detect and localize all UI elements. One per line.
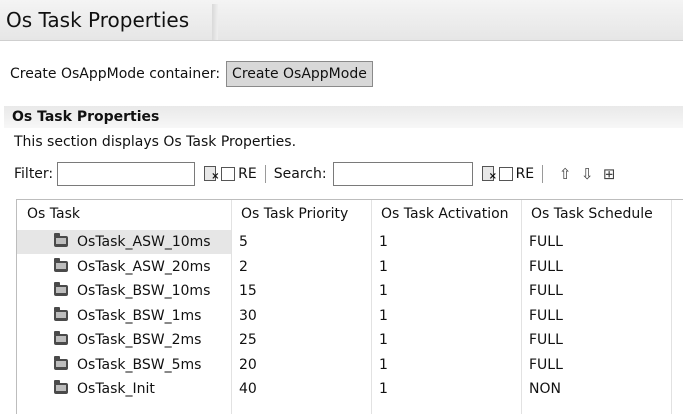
priority-cell[interactable]: 5	[234, 230, 374, 254]
expand-all-icon[interactable]: ⊞	[601, 165, 617, 183]
toolbar-separator	[264, 165, 266, 183]
folder-icon	[54, 282, 68, 296]
os-task-name-cell[interactable]: OsTask_Init	[17, 377, 231, 401]
search-label: Search:	[273, 166, 327, 182]
section-header[interactable]: Os Task Properties	[4, 106, 683, 128]
table-row[interactable]: OsTask_ASW_20ms 2 1 FULL	[17, 255, 683, 279]
priority-cell[interactable]: 30	[234, 304, 374, 328]
table-row[interactable]: OsTask_BSW_5ms 20 1 FULL	[17, 353, 683, 377]
table-row[interactable]: OsTask_BSW_10ms 15 1 FULL	[17, 279, 683, 303]
priority-cell[interactable]: 20	[234, 353, 374, 377]
os-task-name-cell[interactable]: OsTask_BSW_5ms	[17, 353, 231, 377]
os-task-name-cell[interactable]: OsTask_BSW_2ms	[17, 328, 231, 352]
os-task-name: OsTask_Init	[77, 381, 155, 397]
os-task-name: OsTask_BSW_2ms	[77, 332, 202, 348]
os-task-name-cell[interactable]: OsTask_BSW_10ms	[17, 279, 231, 303]
folder-icon	[54, 306, 68, 321]
column-header-priority[interactable]: Os Task Priority	[231, 200, 371, 229]
activation-cell[interactable]: 1	[374, 255, 524, 279]
schedule-cell[interactable]: FULL	[524, 353, 674, 377]
activation-cell[interactable]: 1	[374, 304, 524, 328]
os-task-table: Os Task Os Task Priority Os Task Activat…	[16, 199, 683, 414]
create-osappmode-row: Create OsAppMode container: Create OsApp…	[10, 61, 373, 87]
os-task-name-cell[interactable]: OsTask_BSW_1ms	[17, 304, 231, 328]
column-header-activation[interactable]: Os Task Activation	[371, 200, 521, 229]
section-heading: Os Task Properties	[12, 109, 160, 125]
schedule-cell[interactable]: FULL	[524, 328, 674, 352]
clear-filter-icon[interactable]: ×	[203, 166, 220, 182]
activation-cell[interactable]: 1	[374, 353, 524, 377]
move-up-icon[interactable]: ⇧	[557, 165, 573, 183]
table-row[interactable]: OsTask_BSW_1ms 30 1 FULL	[17, 304, 683, 328]
priority-cell[interactable]: 25	[234, 328, 374, 352]
search-re-label: RE	[515, 166, 535, 182]
table-header: Os Task Os Task Priority Os Task Activat…	[17, 200, 683, 229]
folder-icon	[54, 331, 68, 345]
priority-cell[interactable]: 15	[234, 279, 374, 303]
section-description: This section displays Os Task Properties…	[14, 134, 297, 150]
create-osappmode-button[interactable]: Create OsAppMode	[226, 61, 373, 87]
os-task-name: OsTask_BSW_10ms	[77, 283, 211, 299]
os-task-name: OsTask_BSW_5ms	[77, 356, 202, 373]
os-task-name-cell[interactable]: OsTask_ASW_20ms	[17, 255, 231, 279]
search-input[interactable]	[332, 162, 473, 186]
filter-input[interactable]	[57, 162, 196, 186]
folder-icon	[54, 355, 68, 370]
toolbar-separator-2	[542, 165, 544, 183]
schedule-cell[interactable]: FULL	[524, 255, 674, 279]
schedule-cell[interactable]: FULL	[524, 279, 674, 303]
table-row[interactable]: OsTask_ASW_10ms 5 1 FULL	[17, 230, 683, 254]
activation-cell[interactable]: 1	[374, 279, 524, 303]
filter-re-label: RE	[238, 166, 257, 182]
filter-label: Filter:	[14, 166, 54, 182]
title-bar: Os Task Properties	[0, 0, 683, 41]
os-task-name: OsTask_ASW_20ms	[77, 258, 211, 275]
priority-cell[interactable]: 40	[234, 377, 374, 401]
folder-icon	[54, 233, 68, 247]
title-tab-edge	[212, 4, 218, 40]
move-down-icon[interactable]: ⇩	[579, 165, 595, 183]
table-row[interactable]: OsTask_Init 40 1 NON	[17, 377, 683, 401]
os-task-name: OsTask_BSW_1ms	[77, 307, 202, 324]
schedule-cell[interactable]: FULL	[524, 304, 674, 328]
activation-cell[interactable]: 1	[374, 230, 524, 254]
priority-cell[interactable]: 2	[234, 255, 374, 279]
activation-cell[interactable]: 1	[374, 328, 524, 352]
create-osappmode-label: Create OsAppMode container:	[10, 66, 221, 82]
clear-search-icon[interactable]: ×	[481, 166, 497, 182]
schedule-cell[interactable]: FULL	[524, 230, 674, 254]
window-title: Os Task Properties	[6, 8, 190, 32]
column-header-schedule[interactable]: Os Task Schedule	[521, 200, 671, 229]
activation-cell[interactable]: 1	[374, 377, 524, 401]
filter-re-checkbox[interactable]	[221, 167, 236, 181]
column-header-os-task[interactable]: Os Task	[17, 200, 231, 229]
table-row[interactable]: OsTask_BSW_2ms 25 1 FULL	[17, 328, 683, 352]
search-re-checkbox[interactable]	[498, 167, 513, 181]
schedule-cell[interactable]: NON	[524, 377, 674, 401]
folder-icon	[54, 257, 68, 272]
folder-icon	[54, 380, 68, 394]
os-task-name: OsTask_ASW_10ms	[77, 234, 211, 250]
os-task-name-cell[interactable]: OsTask_ASW_10ms	[17, 230, 231, 254]
filter-toolbar: Filter: × RE Search: × RE ⇧ ⇩ ⊞	[14, 162, 617, 186]
